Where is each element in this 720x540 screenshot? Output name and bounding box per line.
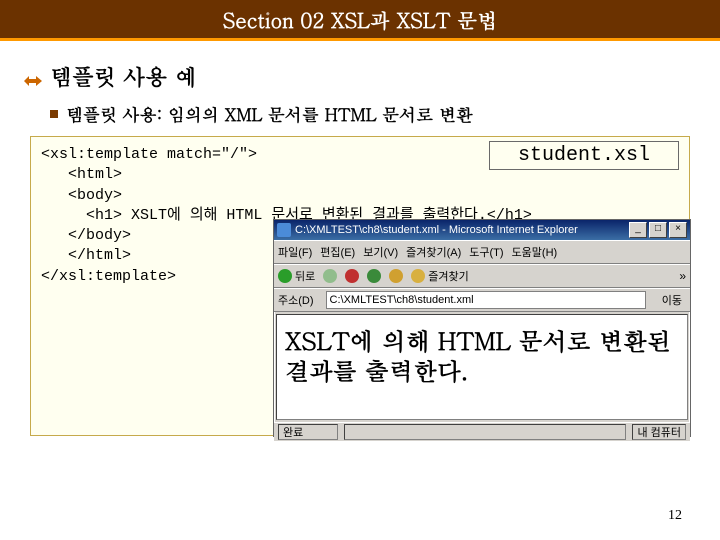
browser-window: C:\XMLTEST\ch8\student.xml - Microsoft I… [273,219,691,437]
browser-statusbar: 완료 내 컴퓨터 [274,422,690,441]
favorites-label: 즐겨찾기 [428,268,468,284]
back-button[interactable]: 뒤로 [278,268,315,284]
stop-icon[interactable] [345,269,359,283]
status-zone: 내 컴퓨터 [632,424,686,440]
page-heading-h1: XSLT에 의해 HTML 문서로 변환된 결과를 출력한다. [285,325,679,385]
browser-title-text: C:\XMLTEST\ch8\student.xml - Microsoft I… [295,224,627,236]
ie-icon [277,223,291,237]
bullet-icon [24,70,42,84]
maximize-button[interactable]: □ [649,222,667,238]
browser-toolbar: 뒤로 즐겨찾기 » [274,264,690,288]
address-value: C:\XMLTEST\ch8\student.xml [330,294,474,306]
menu-view[interactable]: 보기(V) [363,244,398,260]
chevron-icon[interactable]: » [679,269,686,283]
menu-favorites[interactable]: 즐겨찾기(A) [406,244,461,260]
page-number: 12 [668,508,682,524]
browser-titlebar: C:\XMLTEST\ch8\student.xml - Microsoft I… [274,220,690,240]
heading-2-text: 템플릿 사용 예 [50,61,197,92]
window-buttons: _ □ × [627,222,687,238]
filename-box: student.xsl [489,141,679,170]
menu-tools[interactable]: 도구(T) [469,244,503,260]
go-button[interactable]: 이동 [658,292,686,308]
menu-file[interactable]: 파일(F) [278,244,312,260]
status-spacer [344,424,626,440]
minimize-button[interactable]: _ [629,222,647,238]
home-icon[interactable] [389,269,403,283]
heading-3-text: 템플릿 사용: 임의의 XML 문서를 HTML 문서로 변환 [66,102,473,126]
square-bullet-icon [50,110,58,118]
forward-icon[interactable] [323,269,337,283]
star-icon [411,269,425,283]
address-label: 주소(D) [278,292,314,308]
code-box: student.xsl <xsl:template match="/"> <ht… [30,136,690,436]
status-done: 완료 [278,424,338,440]
heading-2-row: 템플릿 사용 예 [24,61,696,92]
menu-help[interactable]: 도움말(H) [512,244,558,260]
back-icon [278,269,292,283]
favorites-button[interactable]: 즐겨찾기 [411,268,468,284]
browser-menubar: 파일(F) 편집(E) 보기(V) 즐겨찾기(A) 도구(T) 도움말(H) [274,240,690,264]
browser-viewport: XSLT에 의해 HTML 문서로 변환된 결과를 출력한다. [276,314,688,420]
menu-edit[interactable]: 편집(E) [320,244,355,260]
address-input[interactable]: C:\XMLTEST\ch8\student.xml [326,291,646,309]
section-header-bar: Section 02 XSL과 XSLT 문법 [0,0,720,41]
refresh-icon[interactable] [367,269,381,283]
heading-3-row: 템플릿 사용: 임의의 XML 문서를 HTML 문서로 변환 [50,102,696,126]
close-button[interactable]: × [669,222,687,238]
slide-content: 템플릿 사용 예 템플릿 사용: 임의의 XML 문서를 HTML 문서로 변환… [0,41,720,436]
browser-addressbar: 주소(D) C:\XMLTEST\ch8\student.xml 이동 [274,288,690,312]
section-title: Section 02 XSL과 XSLT 문법 [223,5,497,34]
back-label: 뒤로 [295,268,315,284]
